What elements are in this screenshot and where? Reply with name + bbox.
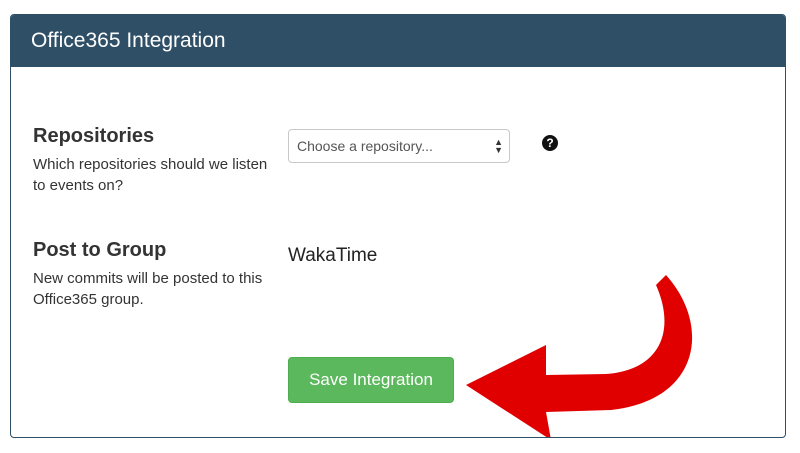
save-integration-button[interactable]: Save Integration (288, 357, 454, 403)
select-arrows-icon: ▲ ▼ (494, 137, 503, 155)
integration-panel: Office365 Integration Repositories Which… (10, 14, 786, 438)
repositories-description: Which repositories should we listen to e… (33, 156, 268, 194)
annotation-arrow-icon (466, 275, 693, 437)
repositories-label: Repositories (33, 125, 155, 147)
question-circle-icon[interactable]: ? (542, 135, 558, 151)
post-to-group-label: Post to Group (33, 239, 167, 261)
repository-select-value: Choose a repository... (297, 138, 433, 154)
repository-select[interactable]: Choose a repository... ▲ ▼ (288, 129, 510, 163)
post-to-group-label-group: Post to Group New commits will be posted… (33, 239, 273, 310)
panel-title: Office365 Integration (11, 15, 785, 67)
group-value: WakaTime (288, 245, 378, 266)
repositories-label-group: Repositories Which repositories should w… (33, 125, 273, 196)
post-to-group-description: New commits will be posted to this Offic… (33, 270, 263, 308)
